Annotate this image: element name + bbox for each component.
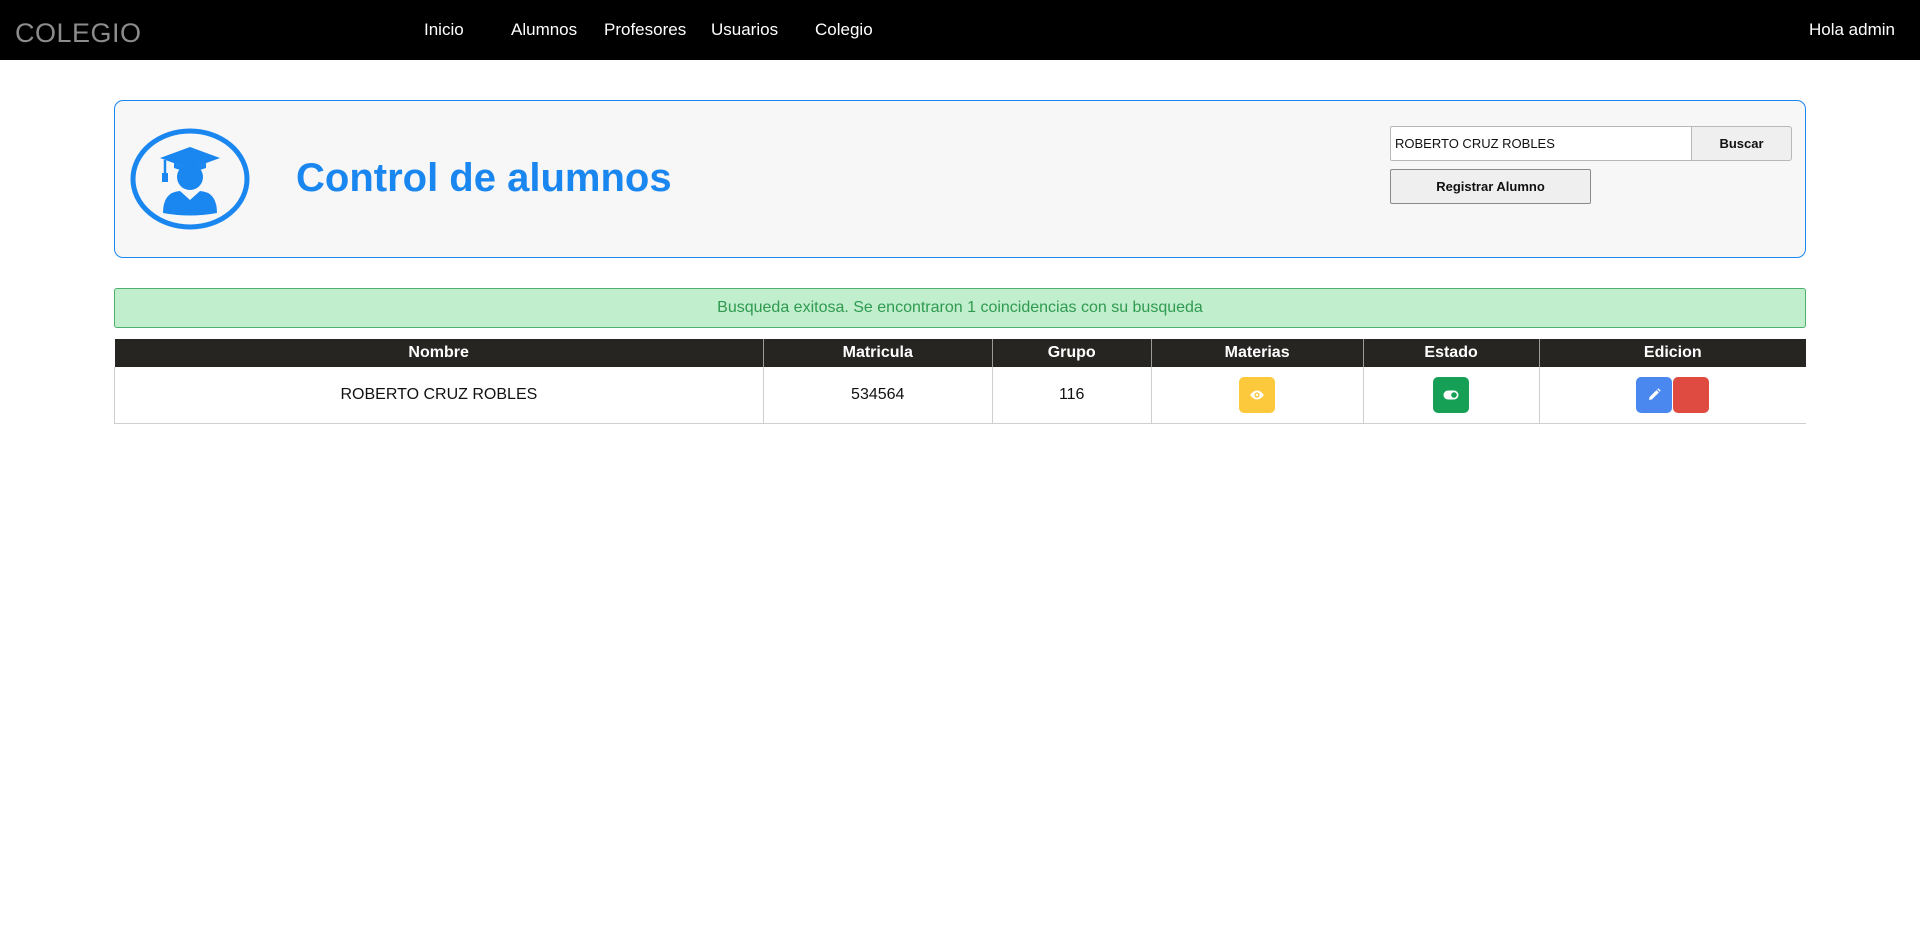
column-header-materias: Materias bbox=[1151, 339, 1364, 367]
register-student-button[interactable]: Registrar Alumno bbox=[1390, 169, 1591, 204]
user-greeting[interactable]: Hola admin bbox=[1809, 20, 1895, 40]
column-header-matricula: Matricula bbox=[763, 339, 993, 367]
nav-link-profesores[interactable]: Profesores bbox=[604, 20, 686, 40]
cell-grupo: 116 bbox=[992, 367, 1152, 424]
edit-student-button[interactable] bbox=[1636, 376, 1673, 413]
nav-link-alumnos[interactable]: Alumnos bbox=[511, 20, 577, 40]
delete-student-button[interactable] bbox=[1673, 376, 1710, 413]
header-card: Control de alumnos Buscar Registrar Alum… bbox=[114, 100, 1806, 258]
nav-link-colegio[interactable]: Colegio bbox=[815, 20, 873, 40]
graduate-student-icon bbox=[130, 128, 250, 230]
nav-link-inicio[interactable]: Inicio bbox=[424, 20, 464, 40]
column-header-edicion: Edicion bbox=[1539, 339, 1806, 367]
success-alert: Busqueda exitosa. Se encontraron 1 coinc… bbox=[114, 288, 1806, 328]
trash-icon bbox=[1685, 388, 1697, 402]
table-header-row: Nombre Matricula Grupo Materias Estado E… bbox=[114, 339, 1806, 367]
search-button[interactable]: Buscar bbox=[1691, 126, 1792, 161]
eye-icon bbox=[1250, 390, 1265, 400]
students-table: Nombre Matricula Grupo Materias Estado E… bbox=[114, 339, 1806, 424]
cell-edicion bbox=[1539, 367, 1806, 424]
brand-logo[interactable]: COLEGIO bbox=[15, 18, 142, 49]
cell-matricula: 534564 bbox=[763, 367, 993, 424]
cell-materias bbox=[1151, 367, 1364, 424]
column-header-grupo: Grupo bbox=[992, 339, 1152, 367]
toggle-status-button[interactable] bbox=[1433, 376, 1470, 413]
toggle-on-icon bbox=[1443, 390, 1459, 400]
nav-link-usuarios[interactable]: Usuarios bbox=[711, 20, 778, 40]
cell-estado bbox=[1363, 367, 1540, 424]
pencil-icon bbox=[1649, 388, 1661, 400]
search-input[interactable] bbox=[1390, 126, 1692, 161]
view-subjects-button[interactable] bbox=[1239, 376, 1276, 413]
table-row: ROBERTO CRUZ ROBLES 534564 116 bbox=[114, 367, 1806, 424]
top-navbar: COLEGIO Inicio Alumnos Profesores Usuari… bbox=[0, 0, 1920, 60]
cell-nombre: ROBERTO CRUZ ROBLES bbox=[114, 367, 764, 424]
column-header-estado: Estado bbox=[1363, 339, 1540, 367]
column-header-nombre: Nombre bbox=[114, 339, 764, 367]
page-title: Control de alumnos bbox=[296, 156, 672, 200]
